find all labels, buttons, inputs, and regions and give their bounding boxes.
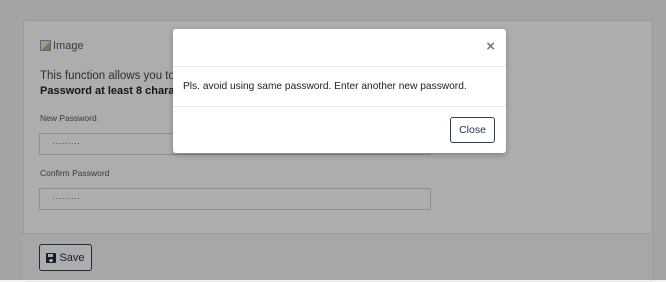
modal-close-button[interactable]: Close: [450, 117, 495, 143]
modal-message: Pls. avoid using same password. Enter an…: [183, 81, 467, 92]
alert-modal: × Pls. avoid using same password. Enter …: [173, 29, 506, 153]
close-icon[interactable]: ×: [486, 39, 495, 54]
modal-header: ×: [173, 29, 506, 67]
modal-body: Pls. avoid using same password. Enter an…: [173, 66, 506, 107]
